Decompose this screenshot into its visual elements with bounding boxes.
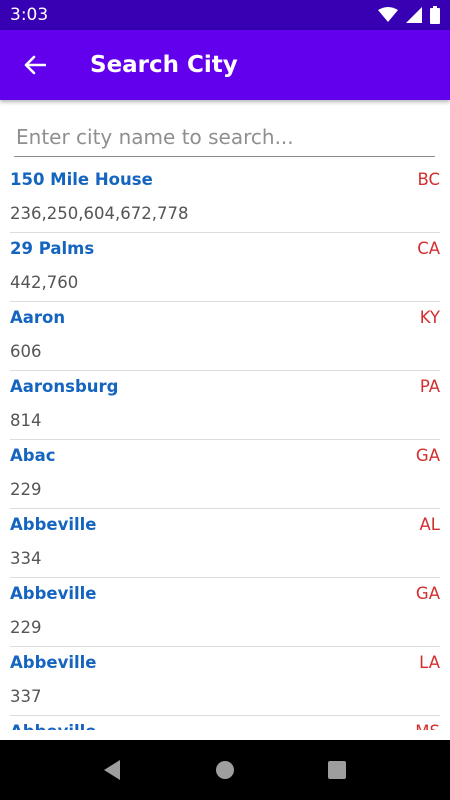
arrow-left-icon [24,55,46,75]
navigation-bar [0,740,450,800]
city-name: Abbeville [10,584,97,603]
city-name: Abbeville [10,722,97,730]
city-name: Abac [10,446,56,465]
city-state: GA [415,584,440,603]
home-circle-icon [216,761,234,779]
nav-recents-button[interactable] [307,740,367,800]
search-field [14,120,435,157]
city-name: Aaronsburg [10,377,119,396]
city-list: 150 Mile House BC 236,250,604,672,778 29 Pa… [0,164,450,730]
city-area-codes: 337 [10,687,42,706]
battery-icon [430,6,440,24]
back-button[interactable] [0,30,70,100]
list-item[interactable]: Abbeville MS [10,716,440,730]
city-area-codes: 442,760 [10,273,79,292]
list-item[interactable]: Abbeville LA 337 [10,647,440,716]
page-title: Search City [90,52,238,78]
app-bar: Search City [0,30,450,100]
city-state: KY [419,308,440,327]
nav-back-button[interactable] [82,740,142,800]
search-input[interactable] [14,120,435,154]
list-item[interactable]: Aaron KY 606 [10,302,440,371]
city-state: PA [419,377,440,396]
city-area-codes: 606 [10,342,42,361]
city-area-codes: 334 [10,549,42,568]
back-triangle-icon [104,760,120,780]
list-item[interactable]: Abbeville AL 334 [10,509,440,578]
status-time: 3:03 [10,5,49,25]
list-item[interactable]: 150 Mile House BC 236,250,604,672,778 [10,164,440,233]
city-area-codes: 814 [10,411,42,430]
list-item[interactable]: Aaronsburg PA 814 [10,371,440,440]
list-item[interactable]: Abac GA 229 [10,440,440,509]
status-bar: 3:03 [0,0,450,30]
nav-home-button[interactable] [195,740,255,800]
city-name: Aaron [10,308,66,327]
list-item[interactable]: 29 Palms CA 442,760 [10,233,440,302]
city-state: BC [417,170,440,189]
signal-icon [406,7,422,23]
list-item[interactable]: Abbeville GA 229 [10,578,440,647]
city-state: MS [415,722,440,730]
city-name: 29 Palms [10,239,95,258]
city-name: Abbeville [10,653,97,672]
recents-square-icon [328,761,346,779]
city-name: Abbeville [10,515,97,534]
city-area-codes: 236,250,604,672,778 [10,204,189,223]
city-area-codes: 229 [10,618,42,637]
city-state: AL [419,515,440,534]
status-icons [378,6,440,24]
city-name: 150 Mile House [10,170,153,189]
wifi-icon [378,7,398,22]
city-area-codes: 229 [10,480,42,499]
city-state: LA [419,653,440,672]
city-state: CA [417,239,440,258]
content-area: 150 Mile House BC 236,250,604,672,778 29 Pa… [0,100,450,730]
city-state: GA [415,446,440,465]
